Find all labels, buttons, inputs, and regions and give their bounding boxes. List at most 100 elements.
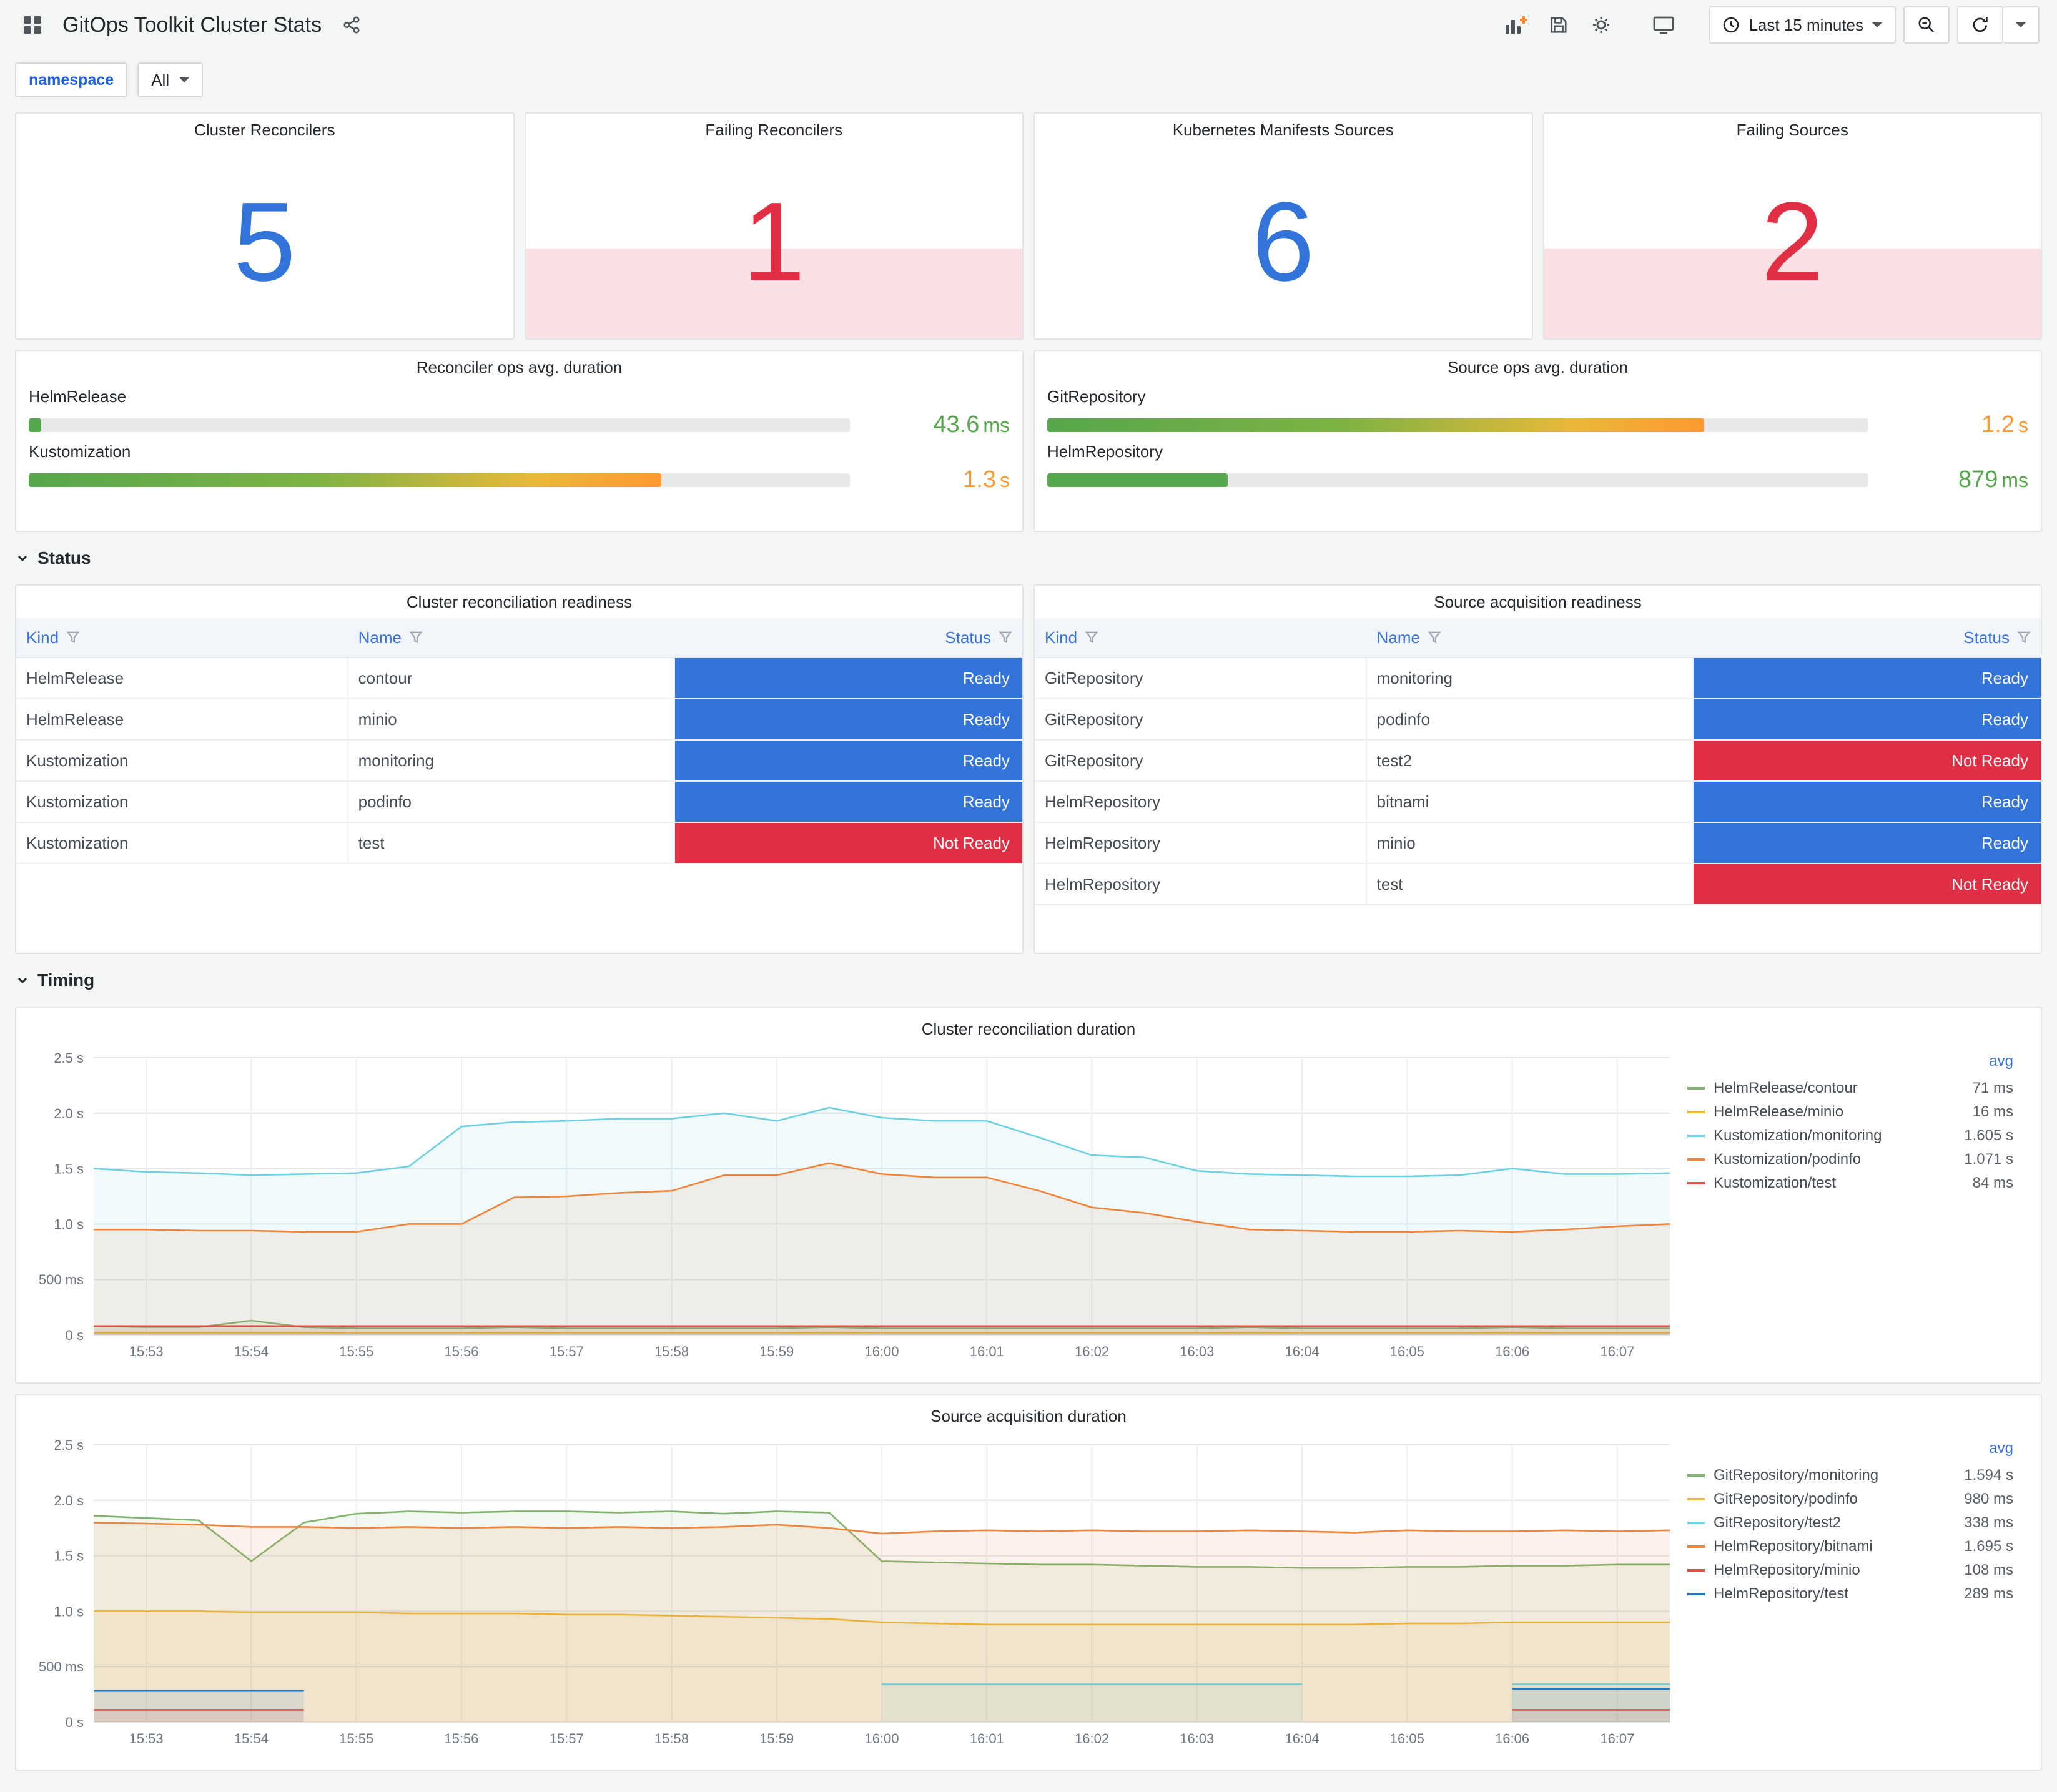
share-icon[interactable] <box>334 7 369 42</box>
legend-item[interactable]: Kustomization/test 84 ms <box>1687 1171 2013 1195</box>
panel-title[interactable]: Cluster Reconcilers <box>16 114 513 146</box>
cell-name: contour <box>348 658 676 698</box>
section-header-timing[interactable]: Timing <box>15 964 2042 997</box>
legend-item[interactable]: Kustomization/monitoring 1.605 s <box>1687 1124 2013 1148</box>
legend-item[interactable]: GitRepository/monitoring 1.594 s <box>1687 1464 2013 1487</box>
panel-title[interactable]: Cluster reconciliation readiness <box>16 586 1022 618</box>
column-header-status[interactable]: Status <box>675 628 1022 647</box>
series-color-swatch <box>1687 1593 1705 1595</box>
zoom-out-button[interactable] <box>1903 6 1950 44</box>
bar-gauge-fill <box>29 473 661 487</box>
filter-icon[interactable] <box>66 631 80 644</box>
dashboard-variables-row: namespace All <box>0 50 2057 112</box>
cell-status: Not Ready <box>675 823 1022 863</box>
series-name: HelmRepository/bitnami <box>1714 1538 1873 1555</box>
filter-icon[interactable] <box>999 631 1012 644</box>
stat-value: 5 <box>233 179 296 305</box>
series-color-swatch <box>1687 1474 1705 1477</box>
navbar: GitOps Toolkit Cluster Stats Last 15 min… <box>0 0 2057 50</box>
panel-title[interactable]: Source ops avg. duration <box>1047 351 2028 383</box>
panel-title[interactable]: Source acquisition readiness <box>1035 586 2041 618</box>
bar-gauge-value: 43.6 ms <box>933 411 1010 438</box>
cell-kind: Kustomization <box>16 823 348 863</box>
table-body: HelmRelease contour Ready HelmRelease mi… <box>16 658 1022 864</box>
svg-text:1.0 s: 1.0 s <box>54 1216 84 1232</box>
cell-status: Not Ready <box>1694 864 2041 904</box>
svg-text:16:07: 16:07 <box>1600 1344 1634 1359</box>
legend-item[interactable]: GitRepository/podinfo 980 ms <box>1687 1487 2013 1511</box>
panel-reconciler-ops-avg-duration: Reconciler ops avg. duration HelmRelease… <box>15 350 1024 532</box>
cell-status: Not Ready <box>1694 741 2041 780</box>
panel-title[interactable]: Kubernetes Manifests Sources <box>1035 114 1532 146</box>
cell-kind: GitRepository <box>1035 699 1367 739</box>
cell-name: test <box>1367 864 1694 904</box>
column-header-kind[interactable]: Kind <box>16 628 348 647</box>
series-color-swatch <box>1687 1111 1705 1113</box>
bar-gauge-value: 879 ms <box>1958 466 2028 493</box>
cell-name: podinfo <box>348 782 676 822</box>
table-row: GitRepository test2 Not Ready <box>1035 741 2041 782</box>
legend-item[interactable]: GitRepository/test2 338 ms <box>1687 1511 2013 1535</box>
filter-icon[interactable] <box>1085 631 1098 644</box>
stat-value: 6 <box>1251 179 1315 305</box>
legend-item[interactable]: HelmRelease/minio 16 ms <box>1687 1100 2013 1124</box>
time-series-plot[interactable]: 0 s 500 ms 1.0 s 1.5 s 2.0 s 2.5 s 15:53 15:54 1… <box>26 1432 1687 1755</box>
filter-icon[interactable] <box>1428 631 1441 644</box>
save-dashboard-icon[interactable] <box>1541 7 1576 42</box>
column-header-name[interactable]: Name <box>348 628 676 647</box>
panel-title[interactable]: Reconciler ops avg. duration <box>29 351 1010 383</box>
refresh-button[interactable] <box>1957 6 2003 44</box>
legend-item[interactable]: HelmRepository/bitnami 1.695 s <box>1687 1535 2013 1558</box>
section-header-status[interactable]: Status <box>15 542 2042 574</box>
variable-namespace-select[interactable]: All <box>137 62 204 97</box>
gauge-row: Kustomization 1.3 s <box>29 442 1010 493</box>
column-header-name[interactable]: Name <box>1367 628 1694 647</box>
filter-icon[interactable] <box>409 631 423 644</box>
panel-title[interactable]: Source acquisition duration <box>26 1400 2031 1432</box>
svg-text:16:05: 16:05 <box>1390 1344 1424 1359</box>
series-avg-value: 16 ms <box>1972 1103 2013 1120</box>
svg-text:16:04: 16:04 <box>1285 1344 1320 1359</box>
legend-item[interactable]: HelmRelease/contour 71 ms <box>1687 1076 2013 1100</box>
panel-title[interactable]: Cluster reconciliation duration <box>26 1013 2031 1045</box>
stat-value: 1 <box>742 179 806 305</box>
panel-title[interactable]: Failing Reconcilers <box>526 114 1023 146</box>
panel-source-ops-avg-duration: Source ops avg. duration GitRepository 1… <box>1033 350 2042 532</box>
svg-text:15:56: 15:56 <box>444 1731 478 1746</box>
refresh-interval-dropdown[interactable] <box>2003 6 2040 44</box>
chevron-down-icon <box>17 977 27 984</box>
dashboard-grid-icon[interactable] <box>15 7 50 42</box>
svg-text:500 ms: 500 ms <box>39 1272 84 1287</box>
series-avg-value: 338 ms <box>1964 1514 2013 1531</box>
series-name: HelmRelease/minio <box>1714 1103 1844 1120</box>
series-name: Kustomization/podinfo <box>1714 1151 1862 1168</box>
add-panel-icon[interactable] <box>1499 7 1534 42</box>
settings-gear-icon[interactable] <box>1584 7 1619 42</box>
time-range-picker[interactable]: Last 15 minutes <box>1709 6 1896 44</box>
table-row: Kustomization monitoring Ready <box>16 741 1022 782</box>
table-row: HelmRelease minio Ready <box>16 699 1022 741</box>
tv-view-icon[interactable] <box>1646 7 1681 42</box>
cell-name: minio <box>1367 823 1694 863</box>
svg-text:0 s: 0 s <box>66 1327 84 1343</box>
panel-title[interactable]: Failing Sources <box>1544 114 2041 146</box>
panel-source-acquisition-readiness: Source acquisition readiness Kind Name S… <box>1033 584 2042 954</box>
chevron-down-icon <box>1872 22 1882 27</box>
svg-text:15:59: 15:59 <box>759 1731 794 1746</box>
table-row: HelmRelease contour Ready <box>16 658 1022 699</box>
zoom-out-icon <box>1918 17 1935 33</box>
column-header-kind[interactable]: Kind <box>1035 628 1367 647</box>
cell-kind: GitRepository <box>1035 658 1367 698</box>
legend-item[interactable]: HelmRepository/test 289 ms <box>1687 1582 2013 1606</box>
svg-text:16:04: 16:04 <box>1285 1731 1320 1746</box>
gauge-label: HelmRelease <box>29 387 127 406</box>
table-row: HelmRepository bitnami Ready <box>1035 782 2041 823</box>
legend-item[interactable]: Kustomization/podinfo 1.071 s <box>1687 1148 2013 1171</box>
cell-status: Ready <box>1694 782 2041 822</box>
time-series-plot[interactable]: 0 s 500 ms 1.0 s 1.5 s 2.0 s 2.5 s 15:53 15:54 1… <box>26 1045 1687 1367</box>
series-avg-value: 1.071 s <box>1964 1151 2013 1168</box>
filter-icon[interactable] <box>2017 631 2031 644</box>
legend-item[interactable]: HelmRepository/minio 108 ms <box>1687 1558 2013 1582</box>
series-avg-value: 1.594 s <box>1964 1467 2013 1484</box>
column-header-status[interactable]: Status <box>1694 628 2041 647</box>
